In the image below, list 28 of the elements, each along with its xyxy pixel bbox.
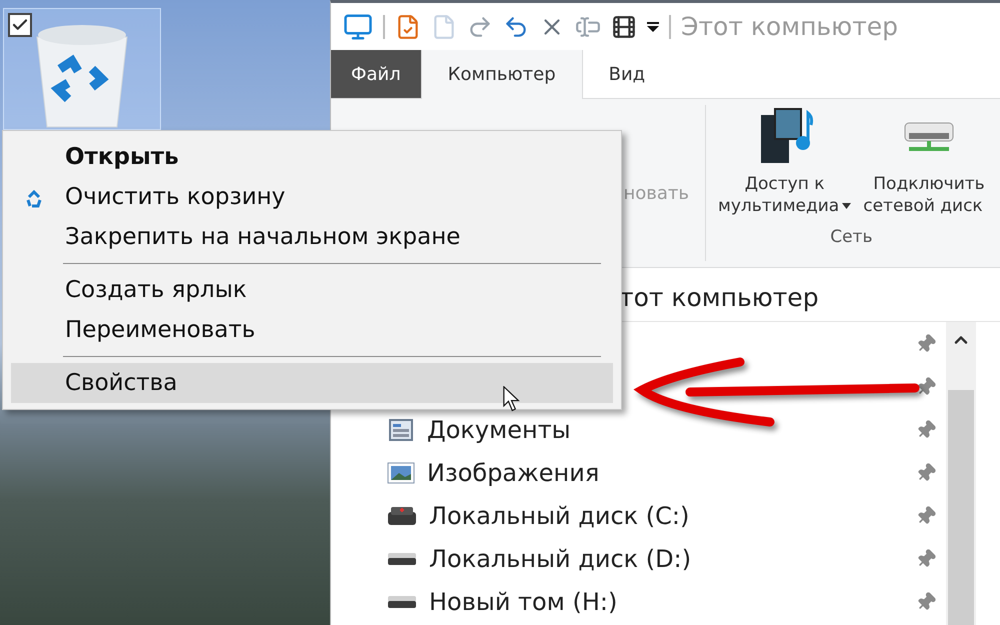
document-icon xyxy=(389,418,413,440)
drive-icon xyxy=(387,552,417,566)
nav-item[interactable]: Локальный диск (D:) xyxy=(429,544,904,572)
ribbon-button[interactable]: Доступ к мультимедиа xyxy=(716,107,854,218)
group-label: Сеть xyxy=(830,227,872,248)
icon-selection[interactable] xyxy=(3,8,161,130)
scrollbar[interactable] xyxy=(946,322,976,625)
nav-item[interactable]: Изображения xyxy=(427,458,904,486)
menu-item[interactable]: Закрепить на начальном экране xyxy=(11,217,613,257)
media-icon[interactable] xyxy=(611,14,637,40)
file-tab[interactable]: Файл xyxy=(331,50,421,98)
nav-item[interactable]: Документы xyxy=(427,416,904,444)
picture-icon xyxy=(387,460,415,484)
ribbon-button[interactable]: Подключить сетевой диск xyxy=(861,107,997,218)
nav-item[interactable]: Новый том (H:) xyxy=(429,588,904,616)
window-title: Этот компьютер xyxy=(681,12,898,41)
computer-icon[interactable] xyxy=(343,12,373,42)
nav-item[interactable]: Локальный диск (C:) xyxy=(429,502,904,530)
menu-item[interactable]: Свойства xyxy=(11,363,613,403)
drive-icon xyxy=(387,506,417,526)
caret-icon[interactable] xyxy=(647,20,659,32)
menu-item[interactable]: Открыть xyxy=(11,137,613,177)
drive-icon xyxy=(387,594,417,608)
checkbox[interactable] xyxy=(8,13,32,37)
ribbon-tab[interactable]: Компьютер xyxy=(420,50,583,99)
mouse-cursor-icon xyxy=(503,386,520,412)
menu-item[interactable]: Очистить корзину xyxy=(11,177,613,217)
ribbon-button-label: новать xyxy=(623,183,689,204)
